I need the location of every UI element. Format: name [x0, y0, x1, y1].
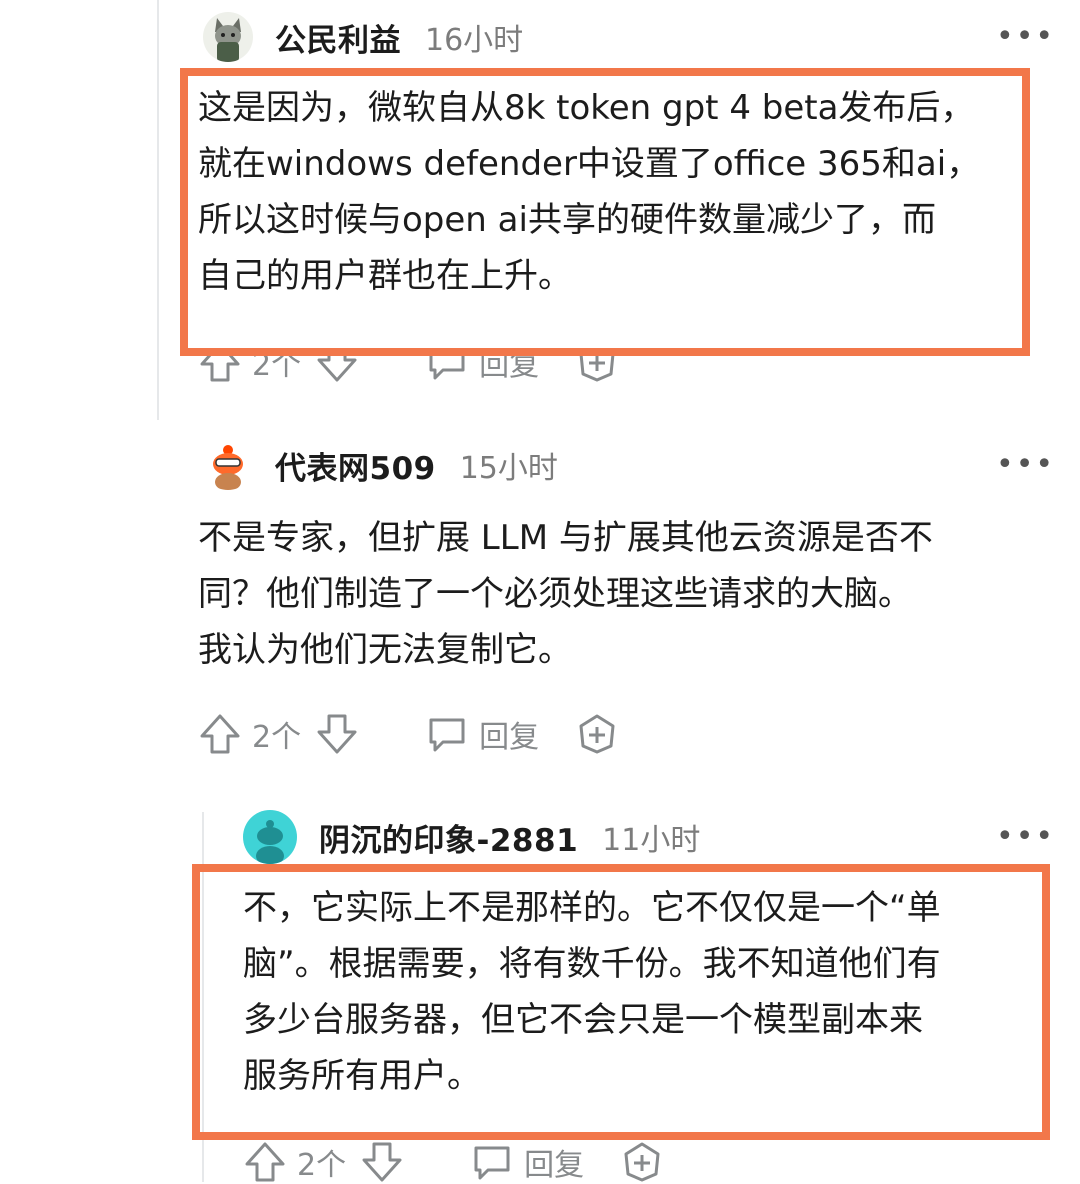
comment-username[interactable]: 阴沉的印象-2881	[319, 815, 578, 860]
more-options-icon[interactable]: •••	[996, 822, 1055, 852]
comment-header: 阴沉的印象-2881 11小时	[243, 810, 700, 864]
comment-line: 我认为他们无法复制它。	[198, 630, 572, 670]
comment-line: 服务所有用户。	[243, 1056, 481, 1096]
thread-line	[157, 0, 159, 420]
comment-username[interactable]: 代表网509	[275, 443, 436, 488]
comment-line: 脑”。根据需要，将有数千份。我不知道他们有	[243, 944, 941, 984]
comment-line: 就在windows defender中设置了office 365和ai，	[198, 144, 981, 184]
reply-button[interactable]: 回复	[425, 712, 539, 756]
downvote-icon[interactable]	[315, 712, 359, 756]
award-icon[interactable]	[620, 1140, 664, 1184]
teal-snoo-avatar-icon[interactable]	[243, 810, 297, 864]
comment-line: 所以这时候与open ai共享的硬件数量减少了，而	[198, 200, 936, 240]
comment-line: 自己的用户群也在上升。	[198, 256, 572, 296]
upvote-icon[interactable]	[198, 712, 242, 756]
comment-timestamp: 16小时	[425, 23, 524, 58]
highlighted-comment-body: 这是因为，微软自从8k token gpt 4 beta发布后， 就在windo…	[198, 80, 1028, 304]
more-options-icon[interactable]: •••	[996, 450, 1055, 480]
reply-button[interactable]: 回复	[470, 1140, 584, 1184]
comment-actions: 2个 回复	[198, 712, 619, 756]
comment-line: 多少台服务器，但它不会只是一个模型副本来	[243, 1000, 923, 1040]
comment-bubble-icon	[474, 1146, 510, 1180]
comment-line: 这是因为，微软自从8k token gpt 4 beta发布后，	[198, 88, 975, 128]
vote-count: 2个	[252, 720, 302, 755]
comment-timestamp: 15小时	[459, 451, 558, 486]
upvote-icon[interactable]	[243, 1140, 287, 1184]
reply-label: 回复	[479, 720, 540, 755]
comment-header: 公民利益 16小时	[203, 12, 523, 62]
comment-line: 同？他们制造了一个必须处理这些请求的大脑。	[198, 574, 912, 614]
comment-username[interactable]: 公民利益	[275, 15, 401, 60]
comment-body: 不，它实际上不是那样的。它不仅仅是一个“单 脑”。根据需要，将有数千份。我不知道…	[243, 880, 1033, 1104]
comment-bubble-icon	[429, 718, 465, 752]
more-options-icon[interactable]: •••	[996, 22, 1055, 52]
orange-snoo-avatar-icon[interactable]	[203, 440, 253, 490]
wolf-knight-avatar-icon[interactable]	[203, 12, 253, 62]
vote-count: 2个	[297, 1148, 347, 1183]
comment-line: 不是专家，但扩展 LLM 与扩展其他云资源是否不	[198, 518, 933, 558]
comment-timestamp: 11小时	[602, 823, 701, 858]
comment-line: 不，它实际上不是那样的。它不仅仅是一个“单	[243, 888, 941, 928]
award-icon[interactable]	[575, 712, 619, 756]
comment-actions: 2个 回复	[243, 1140, 664, 1184]
downvote-icon[interactable]	[360, 1140, 404, 1184]
reply-label: 回复	[524, 1148, 585, 1183]
comment-body: 不是专家，但扩展 LLM 与扩展其他云资源是否不 同？他们制造了一个必须处理这些…	[198, 510, 1038, 678]
comment-header: 代表网509 15小时	[203, 440, 558, 490]
